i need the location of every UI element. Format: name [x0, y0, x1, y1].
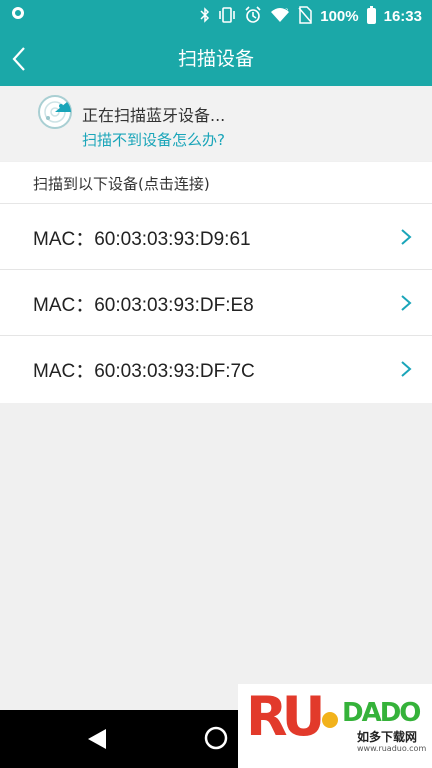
triangle-back-icon [88, 729, 106, 749]
circle-home-icon [204, 726, 228, 750]
watermark-brand-right: DADO [342, 698, 421, 728]
chevron-right-icon [401, 229, 412, 245]
watermark-ball-icon [322, 712, 338, 728]
notification-ring-icon [12, 7, 24, 19]
device-list: MAC：60:03:03:93:D9:61 MAC：60:03:03:93:DF… [0, 204, 432, 403]
scan-status-text: 正在扫描蓝牙设备... [82, 106, 226, 125]
device-mac-label: MAC：60:03:03:93:DF:7C [33, 361, 255, 382]
watermark-brand-left: RU [246, 685, 325, 748]
watermark-cn-text: 如多下载网 [357, 730, 418, 744]
no-sim-icon [298, 5, 312, 27]
radar-scan-icon [37, 94, 73, 130]
device-list-header: 扫描到以下设备(点击连接) [0, 162, 432, 204]
wifi-icon: ? [270, 7, 290, 26]
bluetooth-icon [200, 6, 210, 26]
app-bar: 扫描设备 [0, 32, 432, 86]
nav-back-button[interactable] [86, 727, 108, 755]
device-list-header-text: 扫描到以下设备(点击连接) [33, 175, 210, 193]
alarm-icon [244, 5, 262, 27]
watermark-url: www.ruaduo.com [357, 744, 427, 753]
device-mac-label: MAC：60:03:03:93:D9:61 [33, 229, 251, 250]
page-title: 扫描设备 [177, 48, 254, 70]
scan-help-link[interactable]: 扫描不到设备怎么办? [82, 129, 225, 150]
device-row[interactable]: MAC：60:03:03:93:DF:E8 [0, 270, 432, 336]
device-row[interactable]: MAC：60:03:03:93:DF:7C [0, 336, 432, 403]
nav-home-button[interactable] [204, 726, 228, 750]
battery-icon [366, 6, 376, 24]
status-icons: ? 100% 16:33 [200, 0, 422, 32]
vibrate-icon [218, 6, 236, 26]
chevron-right-icon [401, 361, 412, 377]
svg-text:?: ? [285, 8, 288, 15]
battery-percent: 100% [320, 7, 359, 25]
device-row[interactable]: MAC：60:03:03:93:D9:61 [0, 204, 432, 270]
status-bar: ? 100% 16:33 [0, 0, 432, 32]
chevron-right-icon [401, 295, 412, 311]
clock-time: 16:33 [383, 7, 422, 25]
device-mac-label: MAC：60:03:03:93:DF:E8 [33, 295, 254, 316]
